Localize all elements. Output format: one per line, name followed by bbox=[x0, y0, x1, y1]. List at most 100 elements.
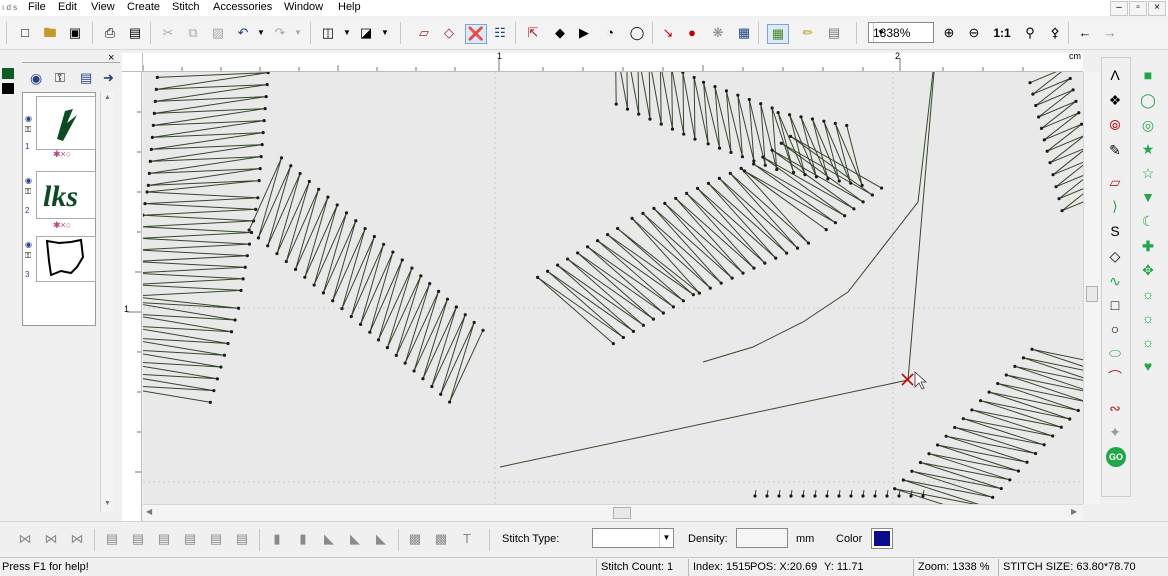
menu-accessories[interactable]: Accessories bbox=[213, 0, 272, 16]
undo-icon[interactable]: ↶ bbox=[233, 24, 253, 42]
circle-tool-icon[interactable]: ○ bbox=[1106, 319, 1124, 339]
layer-thumbnail-2[interactable]: lks bbox=[36, 171, 96, 219]
align-right-icon[interactable]: ▤ bbox=[129, 530, 147, 548]
eye-icon[interactable]: ◉ bbox=[30, 70, 42, 87]
horizontal-scrollbar[interactable]: ◀ ▶ bbox=[143, 504, 1083, 521]
zoom-select[interactable]: 1338% ▼ bbox=[868, 22, 934, 43]
align-bowtie-icon[interactable]: ⋈ bbox=[16, 530, 34, 548]
ruler-tool-icon[interactable]: ✏ bbox=[798, 24, 818, 42]
arrow-left-icon[interactable]: ← bbox=[1075, 24, 1095, 42]
layers-icon[interactable]: ▤ bbox=[80, 70, 92, 86]
layer-3-eye-icon[interactable]: ◉ bbox=[25, 240, 37, 249]
rotate-icon[interactable]: ◣ bbox=[346, 530, 364, 548]
redo-icon[interactable]: ↷ bbox=[270, 24, 290, 42]
vscroll-thumb[interactable] bbox=[1086, 286, 1098, 302]
hscroll-thumb[interactable] bbox=[613, 507, 631, 519]
menu-view[interactable]: View bbox=[91, 0, 115, 16]
layer-3-lock-icon[interactable]: ⚿ bbox=[25, 251, 37, 261]
menu-stitch[interactable]: Stitch bbox=[172, 0, 200, 16]
freeform-tool-icon[interactable]: ◇ bbox=[1106, 246, 1124, 266]
paste-icon[interactable]: ▨ bbox=[208, 24, 228, 42]
sun-shape-2-icon[interactable]: ☼ bbox=[1139, 308, 1157, 328]
star-shape-icon[interactable]: ★ bbox=[1139, 139, 1157, 159]
minimize-button[interactable]: – bbox=[1110, 1, 1128, 16]
density-input[interactable] bbox=[736, 528, 788, 548]
distribute-v-icon[interactable]: ▮ bbox=[294, 530, 312, 548]
stitch-drawing[interactable] bbox=[143, 72, 1083, 504]
glasses-icon[interactable]: ◯ bbox=[627, 24, 647, 42]
chevron-down-icon[interactable]: ▼ bbox=[659, 529, 673, 547]
align-middle-icon[interactable]: ▤ bbox=[207, 530, 225, 548]
fill-tool-icon[interactable]: ⟩ bbox=[1106, 196, 1124, 216]
select-tool-icon[interactable]: ⇱ bbox=[523, 24, 543, 42]
pen-tool-icon[interactable]: ✎ bbox=[1106, 140, 1124, 160]
color-icon[interactable]: ● bbox=[682, 24, 702, 42]
shield-shape-icon[interactable]: ▼ bbox=[1139, 187, 1157, 207]
print-preview-icon[interactable]: ▤ bbox=[125, 24, 145, 42]
undo-dropdown-icon[interactable]: ▼ bbox=[256, 24, 266, 42]
sun-shape-3-icon[interactable]: ☼ bbox=[1139, 332, 1157, 352]
stitch-type-select[interactable]: ▼ bbox=[592, 528, 674, 548]
layer-2-lock-icon[interactable]: ⚿ bbox=[25, 187, 37, 197]
import-icon[interactable]: ◪ bbox=[356, 24, 376, 42]
book-icon[interactable]: ▦ bbox=[734, 24, 754, 42]
import-dropdown-icon[interactable]: ▼ bbox=[380, 24, 390, 42]
needle-icon[interactable]: ↘ bbox=[658, 24, 678, 42]
align-bottom-icon[interactable]: ▤ bbox=[181, 530, 199, 548]
menu-help[interactable]: Help bbox=[338, 0, 361, 16]
zoom-in-icon[interactable]: ⊕ bbox=[939, 24, 959, 42]
chevron-down-icon[interactable]: ▼ bbox=[873, 23, 888, 42]
ungroup-icon[interactable]: ▩ bbox=[432, 530, 450, 548]
color-tool-icon[interactable]: ⦾ bbox=[1106, 115, 1124, 135]
mirror-tool-icon[interactable]: ◣ bbox=[372, 530, 390, 548]
arrow-right-icon[interactable]: → bbox=[1100, 24, 1120, 42]
binoculars-icon[interactable]: ◔ bbox=[600, 24, 620, 42]
settings-icon[interactable]: ❋ bbox=[708, 24, 728, 42]
zoom-window-icon[interactable]: ⚴ bbox=[1045, 24, 1065, 42]
text-tool-icon[interactable]: Λ bbox=[1106, 65, 1124, 85]
zoom-actual-icon[interactable]: 1:1 bbox=[992, 24, 1012, 42]
mirror-icon[interactable]: ◇ bbox=[439, 24, 459, 42]
align-center-h-icon[interactable]: ⋈ bbox=[68, 530, 86, 548]
layer-1-options-icon[interactable]: ✱×○ bbox=[53, 149, 71, 160]
export-dropdown-icon[interactable]: ▼ bbox=[342, 24, 352, 42]
distribute-h-icon[interactable]: ▮ bbox=[268, 530, 286, 548]
curve-tool-icon[interactable]: S bbox=[1106, 221, 1124, 241]
heart-shape-icon[interactable]: ♥ bbox=[1139, 356, 1157, 376]
layer-1-lock-icon[interactable]: ⚿ bbox=[25, 125, 37, 135]
arc-tool-icon[interactable]: ⌒ bbox=[1106, 367, 1124, 387]
sparkle-tool-icon[interactable]: ✦ bbox=[1106, 422, 1124, 442]
move-shape-icon[interactable]: ✥ bbox=[1139, 260, 1157, 280]
menu-create[interactable]: Create bbox=[127, 0, 160, 16]
layer-thumbnail-1[interactable] bbox=[36, 96, 96, 150]
arrow-right-icon[interactable]: ➜ bbox=[103, 70, 114, 86]
zoom-fit-icon[interactable]: ⚲ bbox=[1020, 24, 1040, 42]
open-folder-icon[interactable]: 🖿 bbox=[40, 24, 60, 42]
stitch-tool-icon[interactable]: ◆ bbox=[550, 24, 570, 42]
layer-2-eye-icon[interactable]: ◉ bbox=[25, 176, 37, 185]
grid-icon[interactable]: ▦ bbox=[767, 24, 789, 44]
restore-button[interactable]: ▫ bbox=[1129, 1, 1147, 16]
color-swatch-green[interactable] bbox=[2, 68, 14, 79]
copy-icon[interactable]: ⧉ bbox=[183, 24, 203, 42]
satin-stitch-icon[interactable]: ☷ bbox=[490, 24, 510, 42]
save-icon[interactable]: ▣ bbox=[65, 24, 85, 42]
menu-window[interactable]: Window bbox=[284, 0, 323, 16]
menu-file[interactable]: File bbox=[28, 0, 46, 16]
new-file-icon[interactable]: □ bbox=[15, 24, 35, 42]
group-icon[interactable]: ▩ bbox=[406, 530, 424, 548]
moon-shape-icon[interactable]: ☾ bbox=[1139, 211, 1157, 231]
vertical-scrollbar[interactable] bbox=[1083, 72, 1100, 504]
align-left-icon[interactable]: ▤ bbox=[103, 530, 121, 548]
flip-icon[interactable]: ◣ bbox=[320, 530, 338, 548]
play-icon[interactable]: ▶ bbox=[574, 24, 594, 42]
menu-edit[interactable]: Edit bbox=[58, 0, 77, 16]
color-swatch-black[interactable] bbox=[2, 83, 14, 94]
cut-icon[interactable]: ✂ bbox=[158, 24, 178, 42]
spiral-tool-icon[interactable]: ∿ bbox=[1106, 271, 1124, 291]
layer-scrollbar[interactable]: ▲ ▼ bbox=[100, 92, 114, 512]
layer-1-eye-icon[interactable]: ◉ bbox=[25, 114, 37, 123]
layer-2-options-icon[interactable]: ✱×○ bbox=[53, 220, 71, 231]
monogram-tool-icon[interactable]: ❖ bbox=[1106, 90, 1124, 110]
close-window-button[interactable]: × bbox=[1148, 1, 1166, 16]
